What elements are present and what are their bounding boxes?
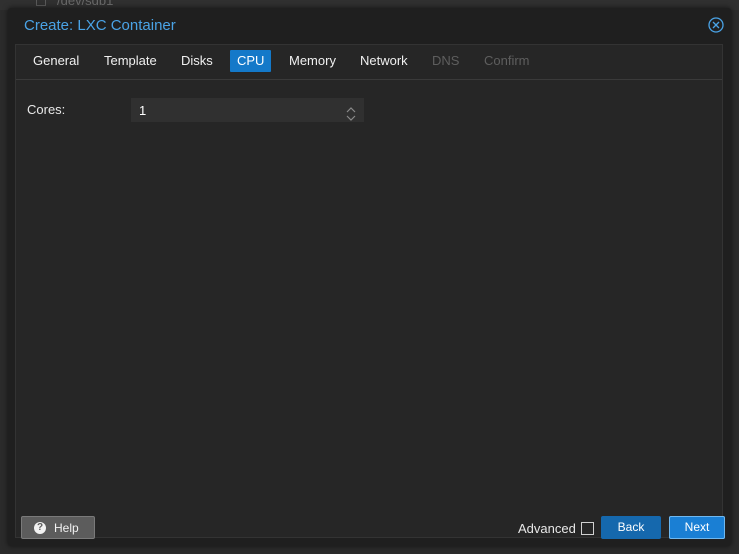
cores-spinner[interactable]: 1	[131, 98, 364, 122]
chevron-down-icon[interactable]	[346, 110, 356, 121]
chevron-up-icon[interactable]	[346, 102, 356, 113]
advanced-checkbox[interactable]	[581, 522, 594, 535]
wizard-tabbar: General Template Disks CPU Memory Networ…	[16, 45, 722, 80]
tab-confirm: Confirm	[484, 53, 530, 68]
tab-template[interactable]: Template	[97, 50, 164, 72]
back-button[interactable]: Back	[601, 516, 661, 539]
dialog-titlebar: Create: LXC Container	[8, 8, 731, 44]
tab-cpu[interactable]: CPU	[230, 50, 272, 72]
disk-icon	[36, 0, 46, 6]
background-device-label: /dev/sdb1	[57, 0, 114, 8]
dialog-title: Create: LXC Container	[24, 17, 176, 34]
cores-input[interactable]: 1	[139, 103, 146, 118]
wizard-panel: General Template Disks CPU Memory Networ…	[15, 44, 723, 538]
next-button[interactable]: Next	[669, 516, 725, 539]
help-button[interactable]: ? Help	[21, 516, 95, 539]
tab-disks[interactable]: Disks	[174, 50, 220, 72]
create-lxc-dialog: Create: LXC Container General Template D…	[8, 8, 731, 546]
tab-memory[interactable]: Memory	[282, 50, 343, 72]
help-button-label: Help	[54, 521, 79, 535]
tab-general[interactable]: General	[26, 50, 86, 72]
dialog-footer: ? Help Advanced Back Next	[15, 509, 725, 546]
tab-dns: DNS	[432, 53, 460, 68]
cores-label: Cores:	[27, 102, 66, 117]
question-circle-icon: ?	[34, 522, 46, 534]
close-icon[interactable]	[708, 17, 724, 33]
tab-network[interactable]: Network	[353, 50, 415, 72]
advanced-label: Advanced	[518, 521, 576, 536]
